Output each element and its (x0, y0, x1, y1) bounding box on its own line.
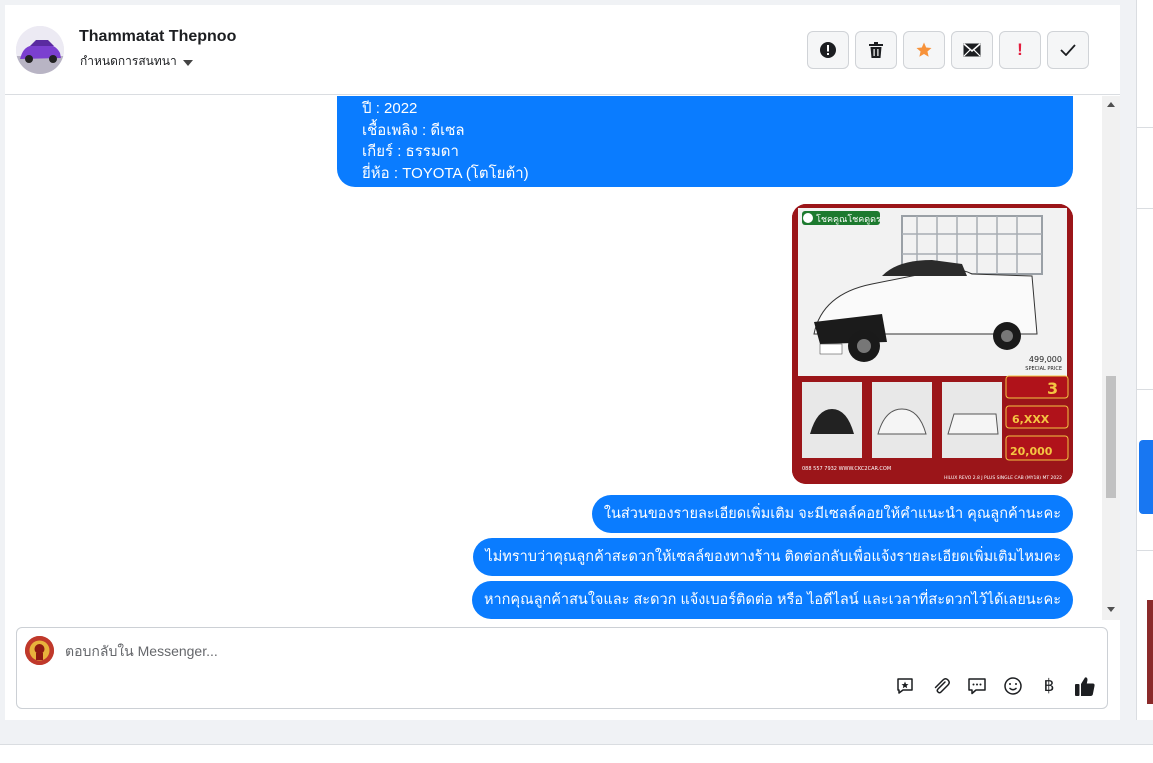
brand-banner: โชคคูณโชคดูดร (816, 214, 881, 225)
scroll-up-arrow-icon[interactable] (1107, 102, 1115, 107)
reply-input[interactable] (65, 640, 865, 662)
mark-unread-button[interactable] (951, 31, 993, 69)
vehicle-image-message[interactable]: โชคคูณโชคดูดร 499,000 SPECIAL PRICE 3 6,… (792, 204, 1073, 484)
message-bubble: ไม่ทราบว่าคุณลูกค้าสะดวกให้เซลล์ของทางร้… (473, 538, 1073, 576)
sidebar-blue-card[interactable] (1139, 440, 1153, 514)
reply-composer: ฿ (16, 627, 1108, 709)
sidebar-thumbnail[interactable] (1147, 600, 1153, 704)
composer-toolbar: ฿ (893, 674, 1097, 698)
star-button[interactable] (903, 31, 945, 69)
checkmark-icon (1060, 44, 1076, 56)
car-photo-icon (16, 26, 64, 74)
message-list[interactable]: ปี : 2022 เชื้อเพลิง : ดีเซล เกียร์ : ธร… (5, 96, 1120, 620)
saved-reply-button[interactable] (893, 674, 917, 698)
comment-icon (968, 678, 986, 695)
detail-year: ปี : 2022 (362, 100, 418, 117)
report-button[interactable] (807, 31, 849, 69)
price-text: 499,000 (1029, 355, 1062, 364)
sidebar-divider (1137, 208, 1153, 209)
sidebar-divider (1137, 127, 1153, 128)
sidebar-divider (1137, 389, 1153, 390)
exclamation-icon: ! (1017, 40, 1023, 59)
assign-conversation-dropdown[interactable]: กำหนดการสนทนา (80, 52, 193, 71)
like-button[interactable] (1073, 674, 1097, 698)
promo-3-text: 20,000 (1010, 445, 1053, 458)
car-ad-image: โชคคูณโชคดูดร 499,000 SPECIAL PRICE 3 6,… (792, 204, 1073, 484)
contact-avatar[interactable] (16, 26, 64, 74)
scroll-down-arrow-icon[interactable] (1107, 607, 1115, 612)
page-logo-icon (25, 636, 54, 665)
message-bubble: ในส่วนของรายละเอียดเพิ่มเติม จะมีเซลล์คอ… (591, 495, 1073, 533)
sidebar-divider (1137, 550, 1153, 551)
emoji-icon (1004, 677, 1022, 695)
alert-circle-icon (820, 42, 836, 58)
attach-button[interactable] (929, 674, 953, 698)
payment-button[interactable]: ฿ (1037, 674, 1061, 698)
messenger-inbox-window: Thammatat Thepnoo กำหนดการสนทนา ! ปี: 2… (0, 0, 1153, 763)
message-scrollbar[interactable] (1102, 96, 1120, 620)
contact-name[interactable]: Thammatat Thepnoo (79, 28, 236, 46)
baht-icon: ฿ (1043, 676, 1055, 695)
promo-2-text: 6,XXX (1012, 413, 1050, 426)
chevron-down-icon (182, 59, 193, 66)
bottom-status-bar (0, 744, 1153, 763)
done-button[interactable] (1047, 31, 1089, 69)
important-button[interactable]: ! (999, 31, 1041, 69)
price-note-text: SPECIAL PRICE (1025, 366, 1062, 372)
assign-label: กำหนดการสนทนา (80, 54, 177, 68)
conversation-header: Thammatat Thepnoo กำหนดการสนทนา ! (5, 5, 1120, 95)
delete-button[interactable] (855, 31, 897, 69)
emoji-button[interactable] (1001, 674, 1025, 698)
scroll-thumb[interactable] (1106, 376, 1116, 498)
trash-icon (869, 42, 883, 58)
attachment-icon (934, 678, 950, 694)
conversation-panel: Thammatat Thepnoo กำหนดการสนทนา ! ปี: 2… (5, 5, 1120, 720)
phone-text: 088 557 7932 WWW.CKC2CAR.COM (802, 466, 891, 472)
saved-reply-icon (897, 678, 913, 694)
action-toolbar: ! (807, 31, 1089, 69)
right-sidebar (1136, 0, 1153, 720)
detail-fuel: เชื้อเพลิง : ดีเซล (362, 121, 465, 139)
envelope-icon (963, 43, 981, 57)
vehicle-details-message: ปี : 2022 เชื้อเพลิง : ดีเซล เกียร์ : ธร… (337, 96, 1073, 187)
message-bubble: หากคุณลูกค้าสนใจและ สะดวก แจ้งเบอร์ติดต่… (471, 581, 1073, 619)
thumbs-up-icon (1075, 677, 1095, 696)
detail-gear: เกียร์ : ธรรมดา (362, 143, 459, 160)
detail-brand: ยี่ห้อ : TOYOTA (โตโยต้า) (362, 164, 529, 182)
page-avatar (25, 636, 54, 665)
model-text: HILUX REVO 2.8 J PLUS SINGLE CAB (MY18) … (944, 475, 1062, 481)
promo-1-text: 3 (1047, 379, 1058, 398)
star-icon (916, 42, 932, 57)
comment-button[interactable] (965, 674, 989, 698)
